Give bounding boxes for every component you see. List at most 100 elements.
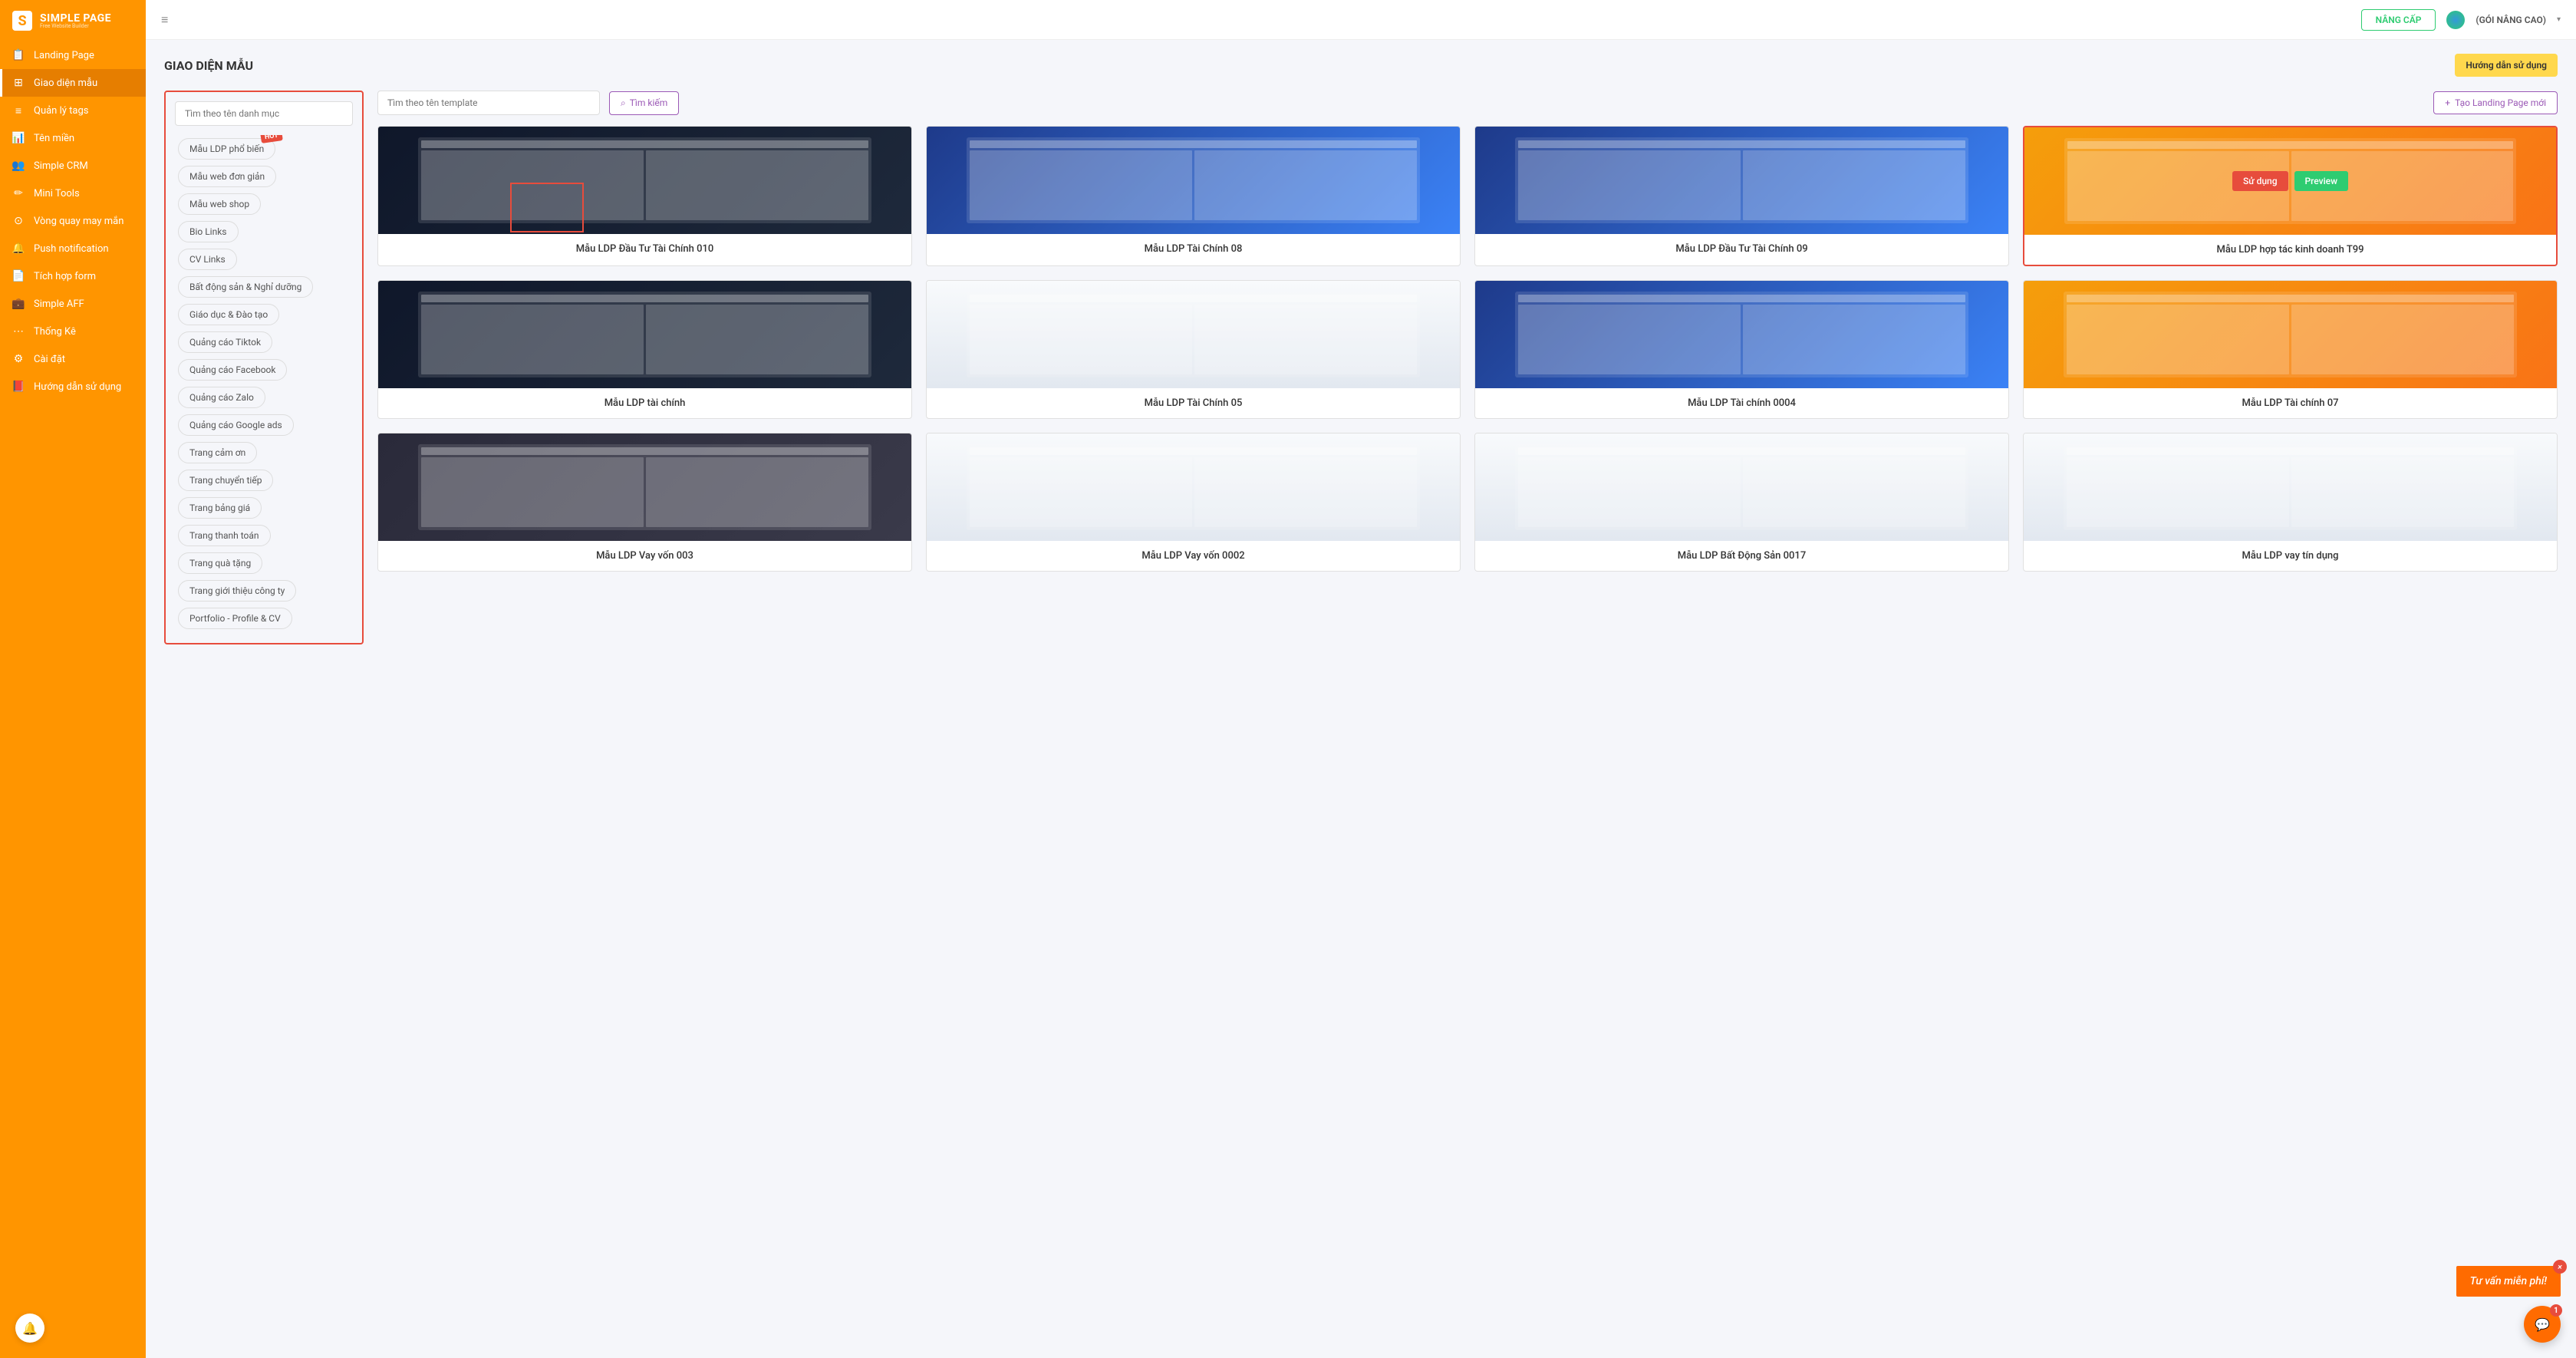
category-item[interactable]: Quảng cáo Zalo bbox=[178, 387, 265, 408]
template-title: Mẫu LDP Vay vốn 003 bbox=[378, 541, 911, 571]
template-thumbnail bbox=[1475, 127, 2008, 234]
category-item[interactable]: Trang chuyển tiếp bbox=[178, 470, 273, 491]
category-item[interactable]: Trang giới thiệu công ty bbox=[178, 580, 296, 602]
search-button[interactable]: ⌕ Tìm kiếm bbox=[609, 91, 679, 115]
chevron-down-icon[interactable]: ▾ bbox=[2557, 15, 2561, 24]
template-card[interactable]: Mẫu LDP Tài Chính 08 bbox=[926, 126, 1461, 266]
upgrade-button[interactable]: NÂNG CẤP bbox=[2361, 9, 2436, 31]
sidebar-item-10[interactable]: ⋯Thống Kê bbox=[0, 318, 146, 345]
template-title: Mẫu LDP Đầu Tư Tài Chính 010 bbox=[378, 234, 911, 264]
template-card[interactable]: Mẫu LDP Vay vốn 003 bbox=[377, 433, 912, 572]
category-item[interactable]: Portfolio - Profile & CV bbox=[178, 608, 292, 629]
category-item[interactable]: Trang thanh toán bbox=[178, 525, 271, 546]
search-icon: ⌕ bbox=[621, 97, 626, 109]
category-item[interactable]: Mẫu LDP phổ biếnHOT bbox=[178, 138, 275, 160]
template-title: Mẫu LDP Tài Chính 08 bbox=[927, 234, 1460, 264]
chat-button[interactable]: 💬 1 bbox=[2524, 1306, 2561, 1343]
bell-icon: 🔔 bbox=[22, 1321, 38, 1336]
close-icon[interactable]: × bbox=[2553, 1260, 2567, 1274]
nav-icon: ✏ bbox=[12, 187, 25, 199]
template-card[interactable]: Mẫu LDP Tài Chính 05 bbox=[926, 280, 1461, 419]
category-item[interactable]: Trang cảm ơn bbox=[178, 442, 257, 463]
use-template-button[interactable]: Sử dụng bbox=[2232, 171, 2288, 191]
template-title: Mẫu LDP Vay vốn 0002 bbox=[927, 541, 1460, 571]
template-card[interactable]: Mẫu LDP Tài chính 0004 bbox=[1474, 280, 2009, 419]
category-search-input[interactable] bbox=[175, 101, 353, 126]
content: GIAO DIỆN MẪU Hướng dẫn sử dụng Mẫu LDP … bbox=[146, 40, 2576, 1358]
notification-fab[interactable]: 🔔 bbox=[15, 1314, 44, 1343]
nav-icon: 📕 bbox=[12, 381, 25, 393]
template-card[interactable]: Sử dụng Preview Mẫu LDP hợp tác kinh doanh… bbox=[2023, 126, 2558, 266]
nav-label: Hướng dẫn sử dụng bbox=[34, 381, 121, 393]
sidebar-item-8[interactable]: 📄Tích hợp form bbox=[0, 262, 146, 290]
template-card[interactable]: Mẫu LDP Đầu Tư Tài Chính 010 bbox=[377, 126, 912, 266]
template-card[interactable]: Mẫu LDP tài chính bbox=[377, 280, 912, 419]
nav-label: Push notification bbox=[34, 243, 109, 255]
plus-icon: + bbox=[2445, 97, 2450, 108]
template-card[interactable]: Mẫu LDP Bất Động Sản 0017 bbox=[1474, 433, 2009, 572]
template-thumbnail bbox=[378, 127, 911, 234]
main: ≡ NÂNG CẤP (GÓI NÂNG CAO) ▾ GIAO DIỆN MẪ… bbox=[146, 0, 2576, 1358]
nav-label: Mini Tools bbox=[34, 188, 80, 199]
help-button[interactable]: Hướng dẫn sử dụng bbox=[2455, 54, 2558, 77]
create-landing-page-button[interactable]: + Tạo Landing Page mới bbox=[2433, 91, 2558, 114]
nav-label: Landing Page bbox=[34, 50, 94, 61]
category-item[interactable]: CV Links bbox=[178, 249, 237, 270]
template-thumbnail bbox=[927, 281, 1460, 388]
sidebar-item-9[interactable]: 💼Simple AFF bbox=[0, 290, 146, 318]
template-card[interactable]: Mẫu LDP Đầu Tư Tài Chính 09 bbox=[1474, 126, 2009, 266]
nav-icon: ⊞ bbox=[12, 77, 25, 89]
menu-toggle-icon[interactable]: ≡ bbox=[161, 12, 168, 28]
nav-label: Vòng quay may mắn bbox=[34, 216, 124, 227]
template-thumbnail bbox=[927, 433, 1460, 541]
category-item[interactable]: Giáo dục & Đào tạo bbox=[178, 304, 279, 325]
template-card[interactable]: Mẫu LDP Tài chính 07 bbox=[2023, 280, 2558, 419]
template-card[interactable]: Mẫu LDP vay tín dụng bbox=[2023, 433, 2558, 572]
nav-label: Simple AFF bbox=[34, 298, 84, 310]
nav-icon: ⋯ bbox=[12, 325, 25, 338]
template-title: Mẫu LDP Đầu Tư Tài Chính 09 bbox=[1475, 234, 2008, 264]
category-item[interactable]: Mẫu web đơn giản bbox=[178, 166, 276, 187]
template-thumbnail: Sử dụng Preview bbox=[2024, 127, 2556, 235]
category-item[interactable]: Mẫu web shop bbox=[178, 193, 261, 215]
sidebar-item-7[interactable]: 🔔 Push notification bbox=[0, 235, 146, 262]
template-title: Mẫu LDP tài chính bbox=[378, 388, 911, 418]
account-plan-label[interactable]: (GÓI NÂNG CAO) bbox=[2476, 15, 2546, 25]
sidebar-item-0[interactable]: 📋 Landing Page bbox=[0, 41, 146, 69]
category-item[interactable]: Bio Links bbox=[178, 221, 239, 242]
chat-badge: 1 bbox=[2550, 1304, 2562, 1317]
category-item[interactable]: Trang quà tặng bbox=[178, 552, 262, 574]
consult-banner[interactable]: Tư vấn miễn phí! × bbox=[2456, 1266, 2561, 1297]
sidebar-item-6[interactable]: ⊙Vòng quay may mắn bbox=[0, 207, 146, 235]
sidebar-item-3[interactable]: 📊Tên miền bbox=[0, 124, 146, 152]
category-item[interactable]: Trang bảng giá bbox=[178, 497, 262, 519]
category-item[interactable]: Bất động sản & Nghỉ dưỡng bbox=[178, 276, 313, 298]
nav-icon: 📋 bbox=[12, 49, 25, 61]
preview-template-button[interactable]: Preview bbox=[2294, 171, 2349, 191]
sidebar-item-5[interactable]: ✏ Mini Tools bbox=[0, 180, 146, 207]
sidebar-item-12[interactable]: 📕 Hướng dẫn sử dụng bbox=[0, 373, 146, 400]
template-thumbnail bbox=[927, 127, 1460, 234]
template-search-input[interactable] bbox=[377, 91, 600, 115]
topbar: ≡ NÂNG CẤP (GÓI NÂNG CAO) ▾ bbox=[146, 0, 2576, 40]
template-title: Mẫu LDP Tài chính 0004 bbox=[1475, 388, 2008, 418]
nav-label: Quản lý tags bbox=[34, 105, 88, 117]
nav-icon: ≡ bbox=[12, 104, 25, 117]
sidebar-item-2[interactable]: ≡ Quản lý tags bbox=[0, 97, 146, 124]
sidebar-item-1[interactable]: ⊞Giao diện mẫu bbox=[0, 69, 146, 97]
category-item[interactable]: Quảng cáo Facebook bbox=[178, 359, 287, 381]
template-thumbnail bbox=[378, 433, 911, 541]
sidebar-item-4[interactable]: 👥Simple CRM bbox=[0, 152, 146, 180]
category-item[interactable]: Quảng cáo Google ads bbox=[178, 414, 294, 436]
nav-icon: 🔔 bbox=[12, 242, 25, 255]
category-item[interactable]: Quảng cáo Tiktok bbox=[178, 331, 272, 353]
avatar[interactable] bbox=[2446, 11, 2465, 29]
template-title: Mẫu LDP hợp tác kinh doanh T99 bbox=[2024, 235, 2556, 265]
chat-icon: 💬 bbox=[2535, 1317, 2550, 1332]
nav-icon: 👥 bbox=[12, 160, 25, 172]
logo[interactable]: S SIMPLE PAGE Free Website Builder bbox=[0, 0, 146, 41]
template-card[interactable]: Mẫu LDP Vay vốn 0002 bbox=[926, 433, 1461, 572]
sidebar-item-11[interactable]: ⚙Cài đặt bbox=[0, 345, 146, 373]
template-title: Mẫu LDP Bất Động Sản 0017 bbox=[1475, 541, 2008, 571]
template-title: Mẫu LDP Tài Chính 05 bbox=[927, 388, 1460, 418]
